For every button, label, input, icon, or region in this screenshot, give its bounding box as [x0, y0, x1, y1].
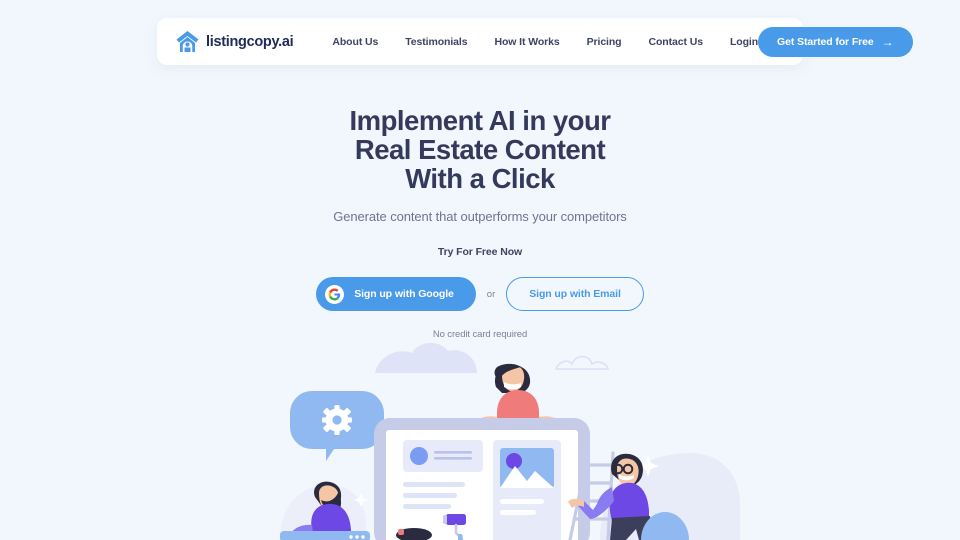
speech-bubble-gear-icon: [290, 391, 384, 461]
nav-link-about-us[interactable]: About Us: [332, 36, 378, 48]
hero-subtitle: Generate content that outperforms your c…: [333, 209, 627, 224]
signup-button-row: Sign up with Google or Sign up with Emai…: [0, 277, 960, 311]
main-navigation: About Us Testimonials How It Works Prici…: [332, 36, 758, 48]
person-red-shirt-top: [477, 363, 559, 427]
house-logo-icon: [176, 31, 199, 52]
or-separator: or: [486, 288, 496, 300]
get-started-button[interactable]: Get Started for Free →: [758, 26, 913, 57]
nav-link-how-it-works[interactable]: How It Works: [494, 36, 559, 48]
logo-text: listingcopy.ai: [206, 33, 294, 50]
get-started-label: Get Started for Free: [777, 35, 874, 48]
nav-link-login[interactable]: Login: [730, 36, 758, 48]
hero-illustration: [0, 335, 960, 540]
sign-up-with-email-label: Sign up with Email: [529, 288, 621, 300]
team-building-content-illustration: [280, 342, 740, 540]
arrow-right-icon: →: [881, 34, 894, 49]
google-g-icon: [325, 284, 345, 304]
page-title-line-1: Implement AI in your: [349, 105, 611, 136]
page-title-line-3: With a Click: [405, 163, 555, 194]
nav-link-contact-us[interactable]: Contact Us: [649, 36, 704, 48]
logo[interactable]: listingcopy.ai: [175, 29, 294, 54]
sun-icon: [506, 453, 522, 469]
sign-up-with-email-button[interactable]: Sign up with Email: [506, 277, 644, 311]
cloud-large: [375, 342, 477, 373]
avatar: [410, 447, 428, 465]
sign-up-with-google-label: Sign up with Google: [354, 288, 454, 300]
nav-link-testimonials[interactable]: Testimonials: [405, 36, 467, 48]
sign-up-with-google-button[interactable]: Sign up with Google: [316, 277, 476, 311]
hero-section: Implement AI in your Real Estate Content…: [0, 106, 960, 340]
tablet-device: [374, 418, 590, 540]
site-header: listingcopy.ai About Us Testimonials How…: [157, 18, 913, 65]
page-title-line-2: Real Estate Content: [354, 134, 606, 165]
try-for-free-label: Try For Free Now: [437, 246, 523, 258]
cloud-outline-small: [554, 355, 609, 370]
page-title: Implement AI in your Real Estate Content…: [0, 106, 960, 193]
nav-link-pricing[interactable]: Pricing: [587, 36, 622, 48]
